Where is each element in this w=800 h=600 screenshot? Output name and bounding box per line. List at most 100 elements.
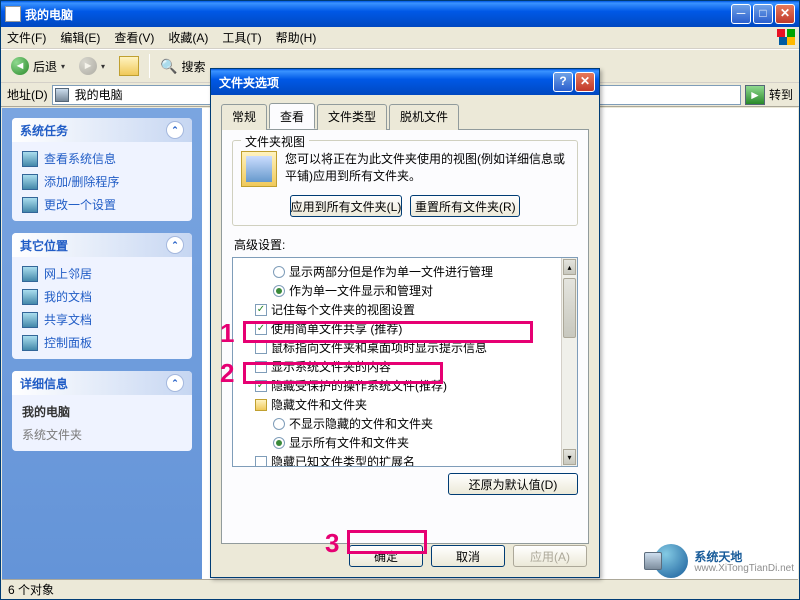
window-title: 我的电脑 — [25, 6, 731, 23]
radio-icon[interactable] — [273, 418, 285, 430]
tree-item-label: 记住每个文件夹的视图设置 — [271, 301, 415, 318]
status-text: 6 个对象 — [8, 581, 54, 598]
dialog-titlebar[interactable]: 文件夹选项 ? ✕ — [211, 69, 599, 95]
tree-item[interactable]: 记住每个文件夹的视图设置 — [237, 300, 573, 319]
back-arrow-icon: ◄ — [11, 57, 29, 75]
chevron-up-icon: ⌃ — [166, 121, 184, 139]
panel-header[interactable]: 系统任务 ⌃ — [12, 118, 192, 142]
search-button[interactable]: 🔍 搜索 — [156, 56, 209, 77]
menu-view[interactable]: 查看(V) — [114, 29, 154, 46]
tree-item[interactable]: 隐藏文件和文件夹 — [237, 395, 573, 414]
detail-type: 系统文件夹 — [22, 426, 182, 443]
tab-offline[interactable]: 脱机文件 — [389, 104, 459, 130]
checkbox-icon[interactable] — [255, 361, 267, 373]
panel-header[interactable]: 其它位置 ⌃ — [12, 233, 192, 257]
link-change-setting[interactable]: 更改一个设置 — [22, 196, 182, 213]
settings-icon — [22, 197, 38, 213]
checkbox-icon[interactable] — [255, 323, 267, 335]
documents-icon — [22, 289, 38, 305]
forward-button[interactable]: ► ▾ — [75, 55, 109, 77]
link-control-panel[interactable]: 控制面板 — [22, 334, 182, 351]
tree-item[interactable]: 鼠标指向文件夹和桌面项时显示提示信息 — [237, 338, 573, 357]
checkbox-icon[interactable] — [255, 380, 267, 392]
link-add-remove[interactable]: 添加/删除程序 — [22, 173, 182, 190]
tree-item[interactable]: 显示系统文件夹的内容 — [237, 357, 573, 376]
menu-tools[interactable]: 工具(T) — [222, 29, 261, 46]
tab-strip: 常规 查看 文件类型 脱机文件 — [221, 103, 589, 130]
back-button[interactable]: ◄ 后退 ▾ — [7, 55, 69, 77]
link-system-info[interactable]: 查看系统信息 — [22, 150, 182, 167]
tree-item[interactable]: 不显示隐藏的文件和文件夹 — [237, 414, 573, 433]
folder-node-icon — [255, 399, 267, 411]
main-titlebar[interactable]: 我的电脑 ─ □ ✕ — [1, 1, 799, 27]
ok-button[interactable]: 确定 — [349, 545, 423, 567]
radio-icon[interactable] — [273, 437, 285, 449]
tree-item[interactable]: 隐藏受保护的操作系统文件(推荐) — [237, 376, 573, 395]
close-button[interactable]: ✕ — [775, 4, 795, 24]
go-button[interactable]: ► — [745, 85, 765, 105]
scroll-thumb[interactable] — [563, 278, 576, 338]
tree-item[interactable]: 使用简单文件共享 (推荐) — [237, 319, 573, 338]
tree-item[interactable]: 隐藏已知文件类型的扩展名 — [237, 452, 573, 467]
radio-icon[interactable] — [273, 266, 285, 278]
dropdown-icon: ▾ — [101, 62, 105, 71]
folder-up-icon — [119, 56, 139, 76]
annotation-number-2: 2 — [220, 358, 234, 389]
tab-content: 文件夹视图 您可以将正在为此文件夹使用的视图(例如详细信息或平铺)应用到所有文件… — [221, 130, 589, 544]
maximize-button[interactable]: □ — [753, 4, 773, 24]
scroll-down-icon[interactable]: ▾ — [563, 449, 576, 465]
apply-all-button[interactable]: 应用到所有文件夹(L) — [290, 195, 403, 217]
dialog-body: 常规 查看 文件类型 脱机文件 文件夹视图 您可以将正在为此文件夹使用的视图(例… — [211, 95, 599, 552]
go-label: 转到 — [769, 86, 793, 103]
panel-details: 详细信息 ⌃ 我的电脑 系统文件夹 — [12, 371, 192, 451]
restore-defaults-button[interactable]: 还原为默认值(D) — [448, 473, 578, 495]
menu-file[interactable]: 文件(F) — [7, 29, 46, 46]
panel-title: 详细信息 — [20, 375, 68, 392]
advanced-tree[interactable]: 显示两部分但是作为单一文件进行管理作为单一文件显示和管理对记住每个文件夹的视图设… — [232, 257, 578, 467]
group-legend: 文件夹视图 — [241, 133, 309, 150]
cancel-button[interactable]: 取消 — [431, 545, 505, 567]
dialog-title: 文件夹选项 — [215, 74, 553, 91]
radio-icon[interactable] — [273, 285, 285, 297]
tab-general[interactable]: 常规 — [221, 104, 267, 130]
apply-button[interactable]: 应用(A) — [513, 545, 587, 567]
tree-item-label: 不显示隐藏的文件和文件夹 — [289, 415, 433, 432]
menu-favorites[interactable]: 收藏(A) — [168, 29, 208, 46]
up-button[interactable] — [115, 54, 143, 78]
control-panel-icon — [22, 335, 38, 351]
link-documents[interactable]: 我的文档 — [22, 288, 182, 305]
windows-flag-icon — [777, 29, 795, 47]
dialog-close-button[interactable]: ✕ — [575, 72, 595, 92]
globe-icon — [654, 544, 688, 578]
link-network[interactable]: 网上邻居 — [22, 265, 182, 282]
checkbox-icon[interactable] — [255, 342, 267, 354]
scrollbar[interactable]: ▴ ▾ — [561, 258, 577, 466]
tree-item-label: 显示系统文件夹的内容 — [271, 358, 391, 375]
tab-view[interactable]: 查看 — [269, 103, 315, 129]
tree-item-label: 隐藏受保护的操作系统文件(推荐) — [271, 377, 447, 394]
tree-item[interactable]: 显示所有文件和文件夹 — [237, 433, 573, 452]
checkbox-icon[interactable] — [255, 304, 267, 316]
minimize-button[interactable]: ─ — [731, 4, 751, 24]
separator — [149, 54, 150, 78]
menu-help[interactable]: 帮助(H) — [276, 29, 317, 46]
tab-filetypes[interactable]: 文件类型 — [317, 104, 387, 130]
menu-edit[interactable]: 编辑(E) — [60, 29, 100, 46]
tree-item-label: 隐藏文件和文件夹 — [271, 396, 367, 413]
scroll-up-icon[interactable]: ▴ — [563, 259, 576, 275]
annotation-number-1: 1 — [220, 318, 234, 349]
panel-system-tasks: 系统任务 ⌃ 查看系统信息 添加/删除程序 更改一个设置 — [12, 118, 192, 221]
network-icon — [22, 266, 38, 282]
panel-title: 其它位置 — [20, 237, 68, 254]
help-button[interactable]: ? — [553, 72, 573, 92]
checkbox-icon[interactable] — [255, 456, 267, 468]
panel-header[interactable]: 详细信息 ⌃ — [12, 371, 192, 395]
computer-icon — [55, 88, 69, 102]
watermark-url: www.XiTongTianDi.net — [694, 564, 794, 574]
chevron-up-icon: ⌃ — [166, 236, 184, 254]
tree-item[interactable]: 作为单一文件显示和管理对 — [237, 281, 573, 300]
search-icon: 🔍 — [160, 58, 177, 75]
reset-all-button[interactable]: 重置所有文件夹(R) — [410, 195, 520, 217]
tree-item[interactable]: 显示两部分但是作为单一文件进行管理 — [237, 262, 573, 281]
link-shared[interactable]: 共享文档 — [22, 311, 182, 328]
